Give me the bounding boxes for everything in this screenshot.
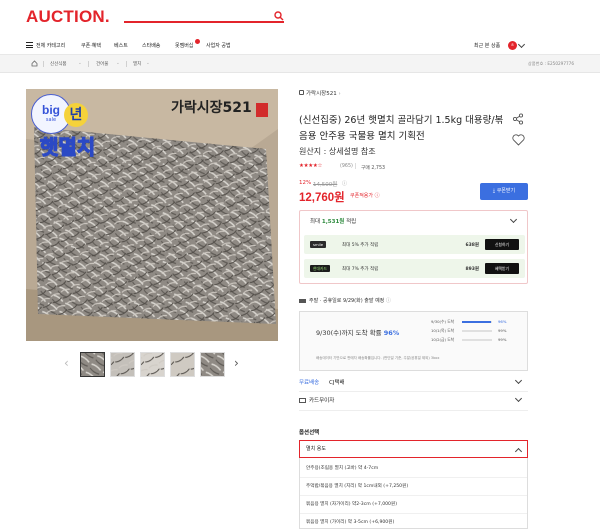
truck-icon <box>299 298 306 303</box>
heart-icon[interactable] <box>512 134 525 146</box>
recent-viewed[interactable]: 최근 본 상품 <box>474 42 500 49</box>
hyundai-card-tag: 현대카드 <box>310 265 330 272</box>
seal-stamp <box>256 103 268 117</box>
points-title: 최대 1,531원 적립 <box>310 219 357 225</box>
next-arrow-icon[interactable]: › <box>234 356 239 370</box>
buy-count: 구매 2,753 <box>361 166 386 171</box>
thumbnail[interactable] <box>140 352 165 377</box>
search-icon[interactable] <box>274 11 284 21</box>
prev-arrow-icon[interactable]: ‹ <box>64 356 69 370</box>
new-badge <box>195 39 200 44</box>
points-amount: 638원 <box>465 243 479 248</box>
nav-best[interactable]: 베스트 <box>114 42 128 49</box>
points-desc: 최대 5% 추가 적립 <box>342 243 379 248</box>
arrival-row-pct: 99% <box>498 337 507 342</box>
arrival-row-pct: 96% <box>498 319 507 324</box>
delivery-row[interactable]: 무료배송 CJ택배 <box>299 378 345 386</box>
coupon-download-button[interactable]: ⤓ 쿠폰받기 <box>480 183 528 200</box>
auction-logo[interactable]: AUCTION. <box>26 7 110 27</box>
arrival-row-label: 9/30(수) 도착 <box>431 319 455 324</box>
divider <box>355 163 356 169</box>
chevron-down-icon[interactable] <box>514 376 523 385</box>
origin-info: 원산지 : 상세설명 참조 <box>299 147 376 156</box>
arrival-row-pct: 99% <box>498 328 507 333</box>
points-row-hyundai: 현대카드 최대 7% 추가 적립 893원 혜택받기 <box>304 259 525 278</box>
thumbnail-strip: ‹ › <box>26 350 278 380</box>
chevron-down-icon[interactable] <box>514 394 523 403</box>
store-icon <box>299 90 304 95</box>
arrival-bar <box>462 339 492 341</box>
nav-membership[interactable]: 못멤버십 <box>175 42 193 49</box>
nav-all-categories[interactable]: 전체 카테고리 <box>36 42 65 49</box>
option-title: 옵션선택 <box>299 430 320 436</box>
menu-icon[interactable] <box>26 42 33 48</box>
new-anchovy-label: 햇멸치 <box>39 134 96 159</box>
option-select[interactable]: 멸치 용도 <box>299 440 528 458</box>
divider <box>299 410 528 411</box>
thumbnail[interactable] <box>110 352 135 377</box>
year-badge: 년 <box>64 103 88 127</box>
share-icon[interactable] <box>512 113 524 125</box>
benefit-button[interactable]: 혜택받기 <box>485 263 519 274</box>
nav-coupon[interactable]: 쿠폰·혜택 <box>81 42 101 49</box>
product-number: 상품번호 : E250297776 <box>527 61 574 66</box>
chevron-down-icon[interactable]: ⌄ <box>146 61 150 66</box>
points-amount: 893원 <box>465 267 479 272</box>
breadcrumb: 신선식품 ⌄ 건어물 ⌄ 멸치 ⌄ 상품번호 : E250297776 <box>0 55 600 73</box>
chevron-down-icon[interactable]: ⌄ <box>116 61 120 66</box>
option-item[interactable]: 안주용(조림용 멸치 (고바) 약 4-7cm <box>306 465 378 471</box>
info-icon[interactable]: ⓘ <box>342 180 347 187</box>
option-item[interactable]: 주먹밥/볶음용 멸치 (지리) 약 1cm내외 (+7,250원) <box>306 483 408 489</box>
shipping-note: 배송데이터 기반으로 판매자 배송확률입니다. (판단일 기준, 주말/공휴일 … <box>316 356 440 360</box>
search-input[interactable] <box>124 21 284 23</box>
breadcrumb-item-fresh[interactable]: 신선식품 <box>50 61 67 67</box>
card-row[interactable]: 카드무이자 <box>299 396 334 404</box>
rating-stars: ★★★★☆ <box>299 163 323 169</box>
arrival-row-label: 10/1(목) 도착 <box>431 328 455 333</box>
arrival-bar <box>462 330 492 332</box>
arrival-bar <box>462 321 492 323</box>
discount-rate: 12% <box>299 180 312 186</box>
shipping-header: 주말 · 공휴일로 9/29(화) 출발 예정 ⓘ <box>299 297 391 304</box>
chevron-down-icon[interactable] <box>517 40 526 49</box>
thumbnail[interactable] <box>170 352 195 377</box>
points-desc: 최대 7% 추가 적립 <box>342 267 379 272</box>
thumbnail[interactable] <box>80 352 105 377</box>
nav-star-delivery[interactable]: 스타배송 <box>142 42 160 49</box>
delivery-estimate-box: 9/30(수)까지 도착 확률 96% 9/30(수) 도착 96% 10/1(… <box>299 311 528 371</box>
main-nav: 전체 카테고리 쿠폰·혜택 베스트 스타배송 못멤버십 사업자 공법 최근 본 … <box>0 38 600 53</box>
points-panel: 최대 1,531원 적립 smile 최대 5% 추가 적립 638원 신청하기… <box>299 210 528 284</box>
arrival-row-label: 10/2(금) 도착 <box>431 337 455 342</box>
smile-card-tag: smile <box>310 241 327 248</box>
original-price: 14,500원 <box>313 182 338 188</box>
home-icon[interactable] <box>31 60 38 67</box>
divider <box>299 391 528 392</box>
nav-business[interactable]: 사업자 공법 <box>206 42 231 49</box>
sale-price: 12,760원 <box>299 192 345 204</box>
review-count[interactable]: (965) <box>340 164 353 169</box>
product-title: (신선집중) 26년 햇멸치 골라담기 1.5kg 대용량/볶음용 안주용 국물… <box>299 115 504 142</box>
coupon-price-note[interactable]: 쿠폰적용가 ⓘ <box>350 192 380 199</box>
product-main-image[interactable]: big sale 년 햇멸치 가락시장521 <box>26 89 278 341</box>
option-item[interactable]: 볶음용 멸치 (자가이리) 약2-3cm (+7,000원) <box>306 501 397 507</box>
thumbnail[interactable] <box>200 352 225 377</box>
card-icon <box>299 398 306 403</box>
points-row-smile: smile 최대 5% 추가 적립 638원 신청하기 <box>304 235 525 254</box>
apply-button[interactable]: 신청하기 <box>485 239 519 250</box>
option-item[interactable]: 볶음용 멸치 (가이리) 약 3-5cm (+6,900원) <box>306 519 394 525</box>
chevron-down-icon[interactable]: ⌄ <box>78 61 82 66</box>
breadcrumb-item-anchovy[interactable]: 멸치 <box>133 61 141 67</box>
shop-link[interactable]: 가락시장521 › <box>299 89 341 97</box>
recent-count-badge: 8 <box>508 41 517 50</box>
arrival-probability: 9/30(수)까지 도착 확률 96% <box>316 329 400 337</box>
brand-overlay: 가락시장521 <box>171 100 252 116</box>
chevron-down-icon[interactable] <box>509 215 518 224</box>
option-list: 안주용(조림용 멸치 (고바) 약 4-7cm 주먹밥/볶음용 멸치 (지리) … <box>299 458 528 529</box>
breadcrumb-item-dried[interactable]: 건어물 <box>96 61 108 67</box>
